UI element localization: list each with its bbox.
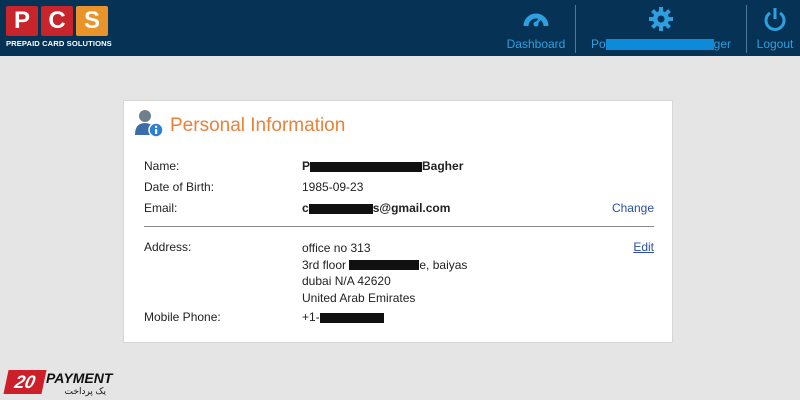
logo-letters: P C S [6,6,112,36]
dob-value: 1985-09-23 [302,180,364,194]
top-navigation-bar: P C S PREPAID CARD SOLUTIONS Dashboard P… [0,0,800,56]
nav-separator [575,5,576,53]
nav-dashboard[interactable]: Dashboard [505,6,567,54]
nav-logout-label: Logout [756,37,794,51]
nav-profile-label-end: ger [713,37,732,51]
watermark-title: PAYMENT [46,370,113,386]
email-label: Email: [144,201,178,215]
redaction-bar [310,161,423,172]
user-info-icon [133,107,165,144]
watermark-logo: 20 PAYMENT یک پرداخت خوب [3,368,112,400]
logo-letter-s: S [76,6,108,36]
power-icon [763,6,787,32]
address-line-2-start: 3rd floor [302,257,347,272]
address-line-4: United Arab Emirates [302,290,416,305]
section-divider [144,226,654,227]
nav-separator [746,5,747,53]
email-value-start: c [302,201,309,215]
address-label: Address: [144,240,192,254]
address-value: office no 313 3rd floor e, baiyas dubai … [302,240,467,306]
address-line-2: 3rd floor e, baiyas [302,257,467,274]
nav-logout[interactable]: Logout [752,6,798,54]
mobile-value-start: +1- [302,310,320,324]
nav-profile-label: Po ger [591,37,731,51]
email-value-end: s@gmail.com [372,201,451,215]
nav-profile[interactable]: Po ger [582,6,740,54]
card-title: Personal Information [170,114,346,136]
personal-information-card: Personal Information Name: P Bagher Date … [123,100,673,343]
address-line-3: dubai N/A 42620 [302,274,391,288]
logo-subtitle: PREPAID CARD SOLUTIONS [6,39,112,48]
watermark-subtitle: یک پرداخت خوب [64,386,106,400]
card-header: Personal Information [133,107,345,144]
gear-icon [648,6,674,32]
change-email-link[interactable]: Change [612,201,654,215]
speedometer-icon [523,6,549,32]
redaction-bar [319,312,384,323]
name-label: Name: [144,159,180,173]
name-value-start: P [302,159,311,173]
name-value: P Bagher [302,159,463,173]
email-value: c s@gmail.com [302,201,450,215]
edit-address-link[interactable]: Edit [633,240,654,254]
nav-dashboard-label: Dashboard [506,37,566,51]
logo-letter-p: P [6,6,38,36]
name-value-end: Bagher [422,159,464,173]
nav-profile-label-start: Po [590,37,606,51]
pcs-logo[interactable]: P C S PREPAID CARD SOLUTIONS [6,6,112,50]
dob-label: Date of Birth: [144,180,215,194]
address-line-1: office no 313 [302,241,371,255]
redaction-bar [605,39,714,51]
redaction-bar [349,260,420,271]
watermark-badge: 20 [3,370,47,394]
mobile-label: Mobile Phone: [144,310,221,324]
address-line-2-end: e, baiyas [419,257,468,272]
redaction-bar [308,203,373,214]
logo-letter-c: C [41,6,73,36]
mobile-value: +1- [302,310,384,324]
